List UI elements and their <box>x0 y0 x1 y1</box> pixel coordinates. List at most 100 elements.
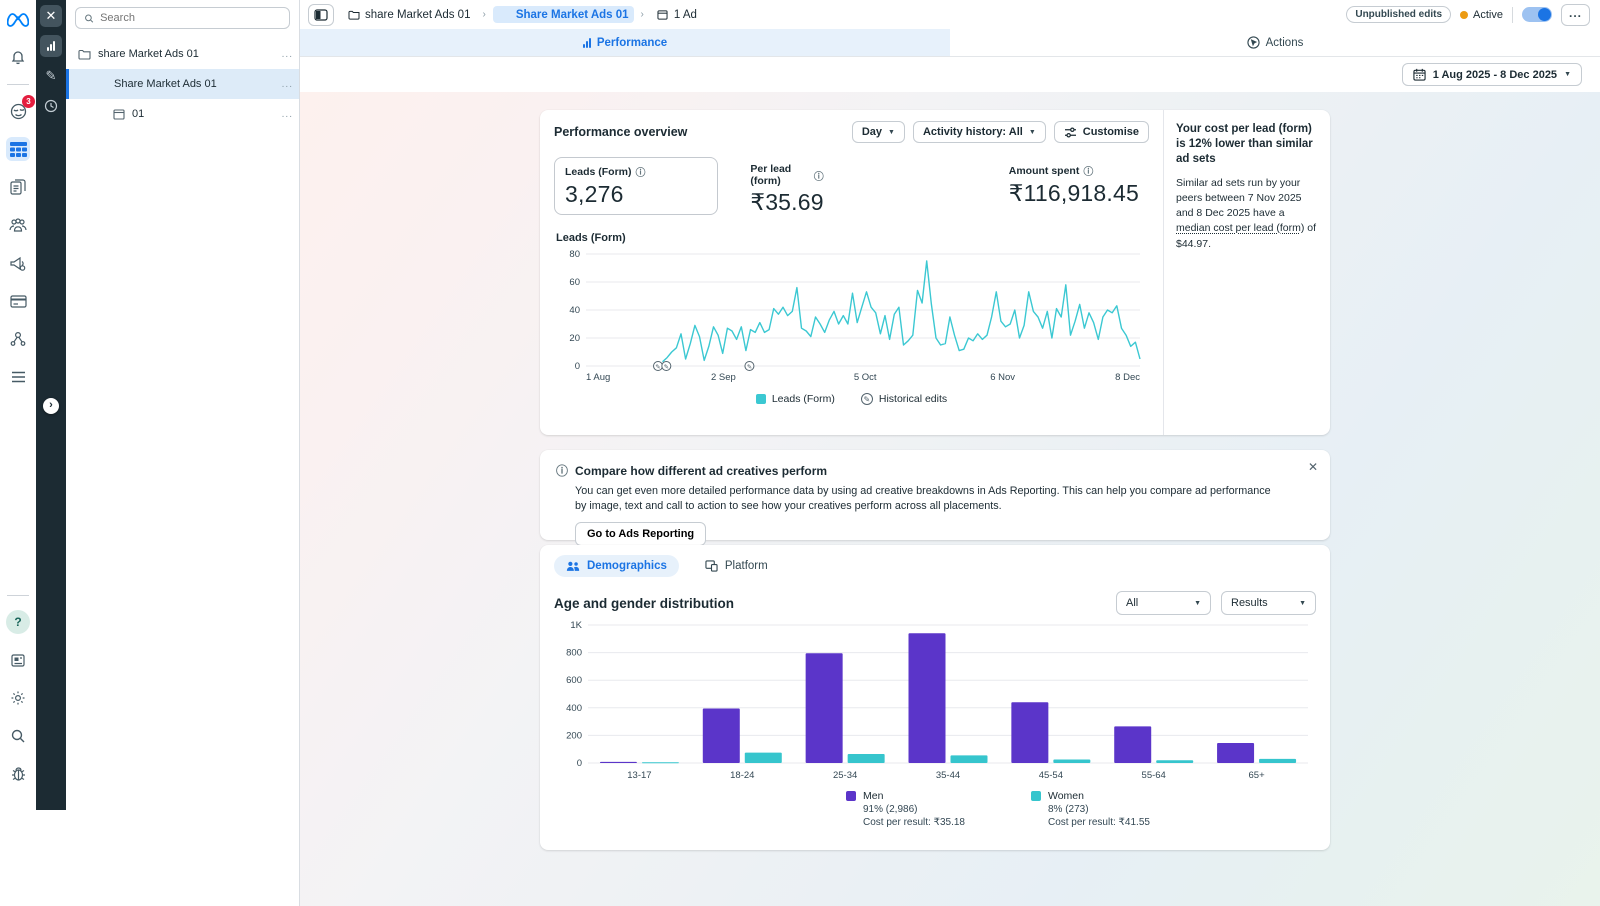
expand-rail-button[interactable]: › <box>43 398 59 414</box>
tree-search[interactable] <box>75 7 290 29</box>
svg-text:1K: 1K <box>570 620 582 631</box>
ad-card-icon <box>112 108 125 121</box>
adset-grid-icon <box>94 78 107 91</box>
svg-text:✎: ✎ <box>655 364 661 371</box>
chevron-down-icon: ▼ <box>1194 600 1201 607</box>
tree-item-label: Share Market Ads 01 <box>114 78 217 90</box>
dark-tool-rail: ✕ ✎ › <box>36 0 66 810</box>
tab-performance[interactable]: Performance <box>300 29 950 56</box>
metric-amount-spent[interactable]: Amount spentⓘ ₹116,918.45 <box>999 157 1149 213</box>
tab-label: Actions <box>1266 37 1304 49</box>
legend-share: 8% (273) <box>1048 804 1150 815</box>
line-chart-title: Leads (Form) <box>556 232 1149 244</box>
updates-news-icon[interactable] <box>6 648 30 672</box>
info-icon[interactable]: ⓘ <box>1083 163 1093 178</box>
row-menu-button[interactable]: ... <box>282 79 293 90</box>
filter-value: All <box>1126 597 1138 609</box>
legend-leads-form: Leads (Form) <box>756 393 835 405</box>
notification-count-badge: 3 <box>22 95 35 108</box>
svg-text:18-24: 18-24 <box>730 770 754 781</box>
pages-nav-icon[interactable] <box>6 175 30 199</box>
legend-label: Women <box>1048 790 1150 802</box>
metric-value: ₹35.69 <box>750 189 823 216</box>
date-range-picker[interactable]: 1 Aug 2025 - 8 Dec 2025 ▼ <box>1402 63 1582 86</box>
people-icon <box>566 561 580 572</box>
events-manager-icon[interactable] <box>6 327 30 351</box>
breakdown-filter-dropdown[interactable]: All ▼ <box>1116 591 1211 615</box>
activity-history-dropdown[interactable]: Activity history: All ▼ <box>913 121 1046 143</box>
campaign-tree-panel: share Market Ads 01 ... Share Market Ads… <box>66 0 300 906</box>
banner-close-icon[interactable]: ✕ <box>1308 460 1318 474</box>
report-bug-icon[interactable] <box>6 762 30 786</box>
svg-text:2 Sep: 2 Sep <box>711 372 736 383</box>
tab-platform[interactable]: Platform <box>693 555 780 577</box>
svg-text:6 Nov: 6 Nov <box>990 372 1015 383</box>
line-chart-legend: Leads (Form) ✎ Historical edits <box>554 393 1149 405</box>
tab-demographics[interactable]: Demographics <box>554 555 679 577</box>
tree-row-ad[interactable]: 01 ... <box>66 99 299 129</box>
meta-logo[interactable] <box>6 8 30 32</box>
metric-filter-dropdown[interactable]: Results ▼ <box>1221 591 1316 615</box>
tree-row-adset[interactable]: Share Market Ads 01 ... <box>66 69 299 99</box>
close-panel-icon[interactable]: ✕ <box>40 5 62 27</box>
settings-gear-icon[interactable] <box>6 686 30 710</box>
edit-pencil-icon[interactable]: ✎ <box>40 65 62 87</box>
age-gender-bar-chart[interactable]: 02004006008001K13-1718-2425-3435-4445-54… <box>554 615 1316 788</box>
search-input[interactable] <box>100 12 281 24</box>
all-tools-menu-icon[interactable] <box>6 365 30 389</box>
row-menu-button[interactable]: ... <box>282 109 293 120</box>
legend-share: 91% (2,986) <box>863 804 965 815</box>
ads-reporting-banner: ⓘ Compare how different ad creatives per… <box>540 450 1330 540</box>
tab-label: Platform <box>725 560 768 572</box>
date-range-label: 1 Aug 2025 - 8 Dec 2025 <box>1433 69 1557 81</box>
historical-edit-icon: ✎ <box>861 393 873 405</box>
breadcrumb-separator: › <box>641 9 644 20</box>
breadcrumb-adset[interactable]: Share Market Ads 01 <box>493 6 634 23</box>
ads-megaphone-icon[interactable] <box>6 251 30 275</box>
content-scroll-area[interactable]: Performance overview Day ▼ Activity hist… <box>300 92 1600 906</box>
more-options-button[interactable]: ... <box>1561 4 1590 26</box>
svg-text:13-17: 13-17 <box>627 770 651 781</box>
granularity-dropdown[interactable]: Day ▼ <box>852 121 905 143</box>
charts-panel-icon[interactable] <box>40 35 62 57</box>
sliders-icon <box>1064 127 1077 138</box>
billing-card-icon[interactable] <box>6 289 30 313</box>
tab-actions[interactable]: Actions <box>950 29 1600 56</box>
tab-label: Demographics <box>587 560 667 572</box>
help-icon[interactable]: ? <box>6 610 30 634</box>
info-icon[interactable]: ⓘ <box>814 168 824 183</box>
metric-leads-form[interactable]: Leads (Form)ⓘ 3,276 <box>554 157 718 215</box>
customise-button[interactable]: Customise <box>1054 121 1149 143</box>
banner-title: Compare how different ad creatives perfo… <box>575 464 827 478</box>
status-active: Active <box>1460 9 1503 21</box>
campaigns-nav-icon[interactable] <box>6 137 30 161</box>
active-toggle[interactable] <box>1522 7 1552 22</box>
leads-line-chart[interactable]: 0204060801 Aug2 Sep5 Oct6 Nov8 Dec✎✎✎ <box>554 246 1149 389</box>
activity-history-value: Activity history: All <box>923 126 1023 138</box>
legend-swatch <box>1031 791 1041 801</box>
svg-text:1 Aug: 1 Aug <box>586 372 610 383</box>
sidebar-toggle-button[interactable] <box>308 4 334 26</box>
insight-tooltip-term[interactable]: median cost per lead (form) <box>1176 222 1304 234</box>
breadcrumb-campaign[interactable]: share Market Ads 01 <box>342 6 475 23</box>
tab-label: Performance <box>597 37 667 49</box>
insight-body: Similar ad sets run by your peers betwee… <box>1176 176 1318 252</box>
performance-chart-icon <box>583 38 591 48</box>
row-menu-button[interactable]: ... <box>282 49 293 60</box>
overview-title: Performance overview <box>554 125 687 139</box>
svg-text:65+: 65+ <box>1249 770 1266 781</box>
svg-text:60: 60 <box>569 277 580 288</box>
history-clock-icon[interactable] <box>40 95 62 117</box>
audiences-nav-icon[interactable] <box>6 213 30 237</box>
info-icon[interactable]: ⓘ <box>636 164 646 179</box>
notifications-bell-icon[interactable] <box>6 46 30 70</box>
divider <box>1512 7 1513 23</box>
search-tool-icon[interactable] <box>6 724 30 748</box>
breadcrumb-ad[interactable]: 1 Ad <box>651 6 702 23</box>
metric-per-lead[interactable]: Per lead (form)ⓘ ₹35.69 <box>740 157 833 222</box>
tree-row-campaign[interactable]: share Market Ads 01 ... <box>66 39 299 69</box>
ads-manager-app: 3 ? <box>0 0 1600 906</box>
account-overview-icon[interactable]: 3 <box>6 99 30 123</box>
tree-item-label: 01 <box>132 108 144 120</box>
go-to-ads-reporting-button[interactable]: Go to Ads Reporting <box>575 522 706 546</box>
